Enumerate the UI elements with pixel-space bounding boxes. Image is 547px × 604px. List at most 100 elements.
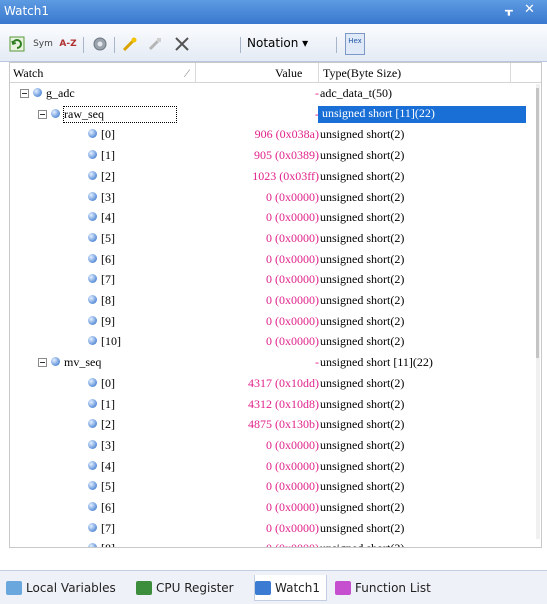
watch-value[interactable]: 4317 (0x10dd) xyxy=(248,376,319,391)
collapse-icon[interactable] xyxy=(20,89,29,98)
watch-value[interactable]: 0 (0x0000) xyxy=(266,272,319,287)
variable-icon xyxy=(88,522,97,532)
table-row[interactable]: [1] 905 (0x0389) unsigned short(2) xyxy=(10,145,541,166)
table-row[interactable]: [7] 0 (0x0000) unsigned short(2) xyxy=(10,518,541,539)
watch-value[interactable]: 0 (0x0000) xyxy=(266,479,319,494)
gear-icon xyxy=(93,37,107,51)
toolbar-separator xyxy=(336,37,337,53)
toolbar-separator xyxy=(114,37,115,53)
table-row[interactable]: [8] 0 (0x0000)unsigned short(2) xyxy=(10,538,541,547)
tab-label: CPU Register xyxy=(156,581,234,595)
variable-icon xyxy=(88,543,97,547)
window-title: Watch1 xyxy=(4,4,49,18)
column-header-watch[interactable]: Watch xyxy=(13,66,43,81)
watch-value[interactable]: 906 (0x038a) xyxy=(255,127,319,142)
column-divider[interactable] xyxy=(318,63,319,83)
watch-value[interactable]: 0 (0x0000) xyxy=(266,210,319,225)
table-row[interactable]: [3] 0 (0x0000) unsigned short(2) xyxy=(10,435,541,456)
watch-name: [7] xyxy=(101,520,115,535)
table-row[interactable]: [10] 0 (0x0000) unsigned short(2) xyxy=(10,331,541,352)
table-row[interactable]: [0] 4317 (0x10dd) unsigned short(2) xyxy=(10,373,541,394)
add-watch-button[interactable] xyxy=(120,35,140,53)
tab-function-list[interactable]: Function List xyxy=(335,577,431,599)
table-row[interactable]: mv_seq - unsigned short [11](22) xyxy=(10,352,541,373)
table-row[interactable]: g_adc - adc_data_t(50) xyxy=(10,83,541,104)
collapse-icon[interactable] xyxy=(38,358,47,368)
watch-value[interactable]: 4312 (0x10d8) xyxy=(248,397,319,412)
notation-dropdown[interactable]: Notation ▾ xyxy=(247,36,308,50)
table-row[interactable]: [2] 4875 (0x130b) unsigned short(2) xyxy=(10,414,541,435)
hex-toggle-button[interactable]: Hex xyxy=(345,33,365,55)
column-header-value[interactable]: Value xyxy=(275,66,302,81)
vertical-scrollbar[interactable] xyxy=(536,84,540,539)
column-divider[interactable] xyxy=(195,63,196,83)
vertical-scrollbar-thumb[interactable] xyxy=(536,88,539,358)
table-row[interactable]: [3] 0 (0x0000) unsigned short(2) xyxy=(10,187,541,208)
sym-label: Sym xyxy=(33,39,53,49)
watch-value[interactable]: 0 (0x0000) xyxy=(266,459,319,474)
collapse-icon[interactable] xyxy=(38,109,47,119)
watch-value[interactable]: 0 (0x0000) xyxy=(266,293,319,308)
variable-icon xyxy=(88,460,97,470)
watch-value[interactable]: 0 (0x0000) xyxy=(266,314,319,329)
watch-name: [8] xyxy=(101,541,115,547)
table-row[interactable]: [2] 1023 (0x03ff) unsigned short(2) xyxy=(10,166,541,187)
watch-name: [0] xyxy=(101,127,115,142)
watch-value[interactable]: 0 (0x0000) xyxy=(266,541,319,547)
watch-type: unsigned short(2) xyxy=(320,334,405,349)
sort-icon: A-Z xyxy=(59,39,77,49)
tab-cpu-register[interactable]: CPU Register xyxy=(136,577,234,599)
watch-name: [7] xyxy=(101,272,115,287)
watch-name: [4] xyxy=(101,210,115,225)
sort-button[interactable]: A-Z xyxy=(57,35,79,53)
table-row[interactable]: [4] 0 (0x0000) unsigned short(2) xyxy=(10,207,541,228)
column-divider[interactable] xyxy=(510,63,511,83)
variable-icon xyxy=(88,315,97,325)
refresh-button[interactable] xyxy=(8,35,26,53)
watch-value[interactable]: 0 (0x0000) xyxy=(266,252,319,267)
variable-icon xyxy=(88,129,97,139)
watch-value[interactable]: 0 (0x0000) xyxy=(266,334,319,349)
refresh-icon xyxy=(9,36,25,52)
table-row[interactable]: [7] 0 (0x0000) unsigned short(2) xyxy=(10,269,541,290)
column-header-type[interactable]: Type(Byte Size) xyxy=(323,66,401,81)
watch-value[interactable]: 905 (0x0389) xyxy=(254,148,319,163)
table-row[interactable]: [5] 0 (0x0000) unsigned short(2) xyxy=(10,476,541,497)
variable-icon xyxy=(88,170,97,180)
table-row[interactable]: [8] 0 (0x0000)unsigned short(2) xyxy=(10,290,541,311)
watch-type: unsigned short(2) xyxy=(320,168,405,183)
watch-value[interactable]: 0 (0x0000) xyxy=(266,521,319,536)
watch-icon xyxy=(255,580,271,595)
table-row[interactable]: [0] 906 (0x038a) unsigned short(2) xyxy=(10,124,541,145)
table-row[interactable]: [5] 0 (0x0000) unsigned short(2) xyxy=(10,228,541,249)
watch-type: unsigned short(2) xyxy=(320,189,405,204)
close-icon[interactable]: ✕ xyxy=(524,2,535,17)
watch-value[interactable]: 4875 (0x130b) xyxy=(248,417,319,432)
view-memory-button[interactable] xyxy=(90,35,110,53)
table-row[interactable]: [6] 0 (0x0000) unsigned short(2) xyxy=(10,497,541,518)
watch-name: [10] xyxy=(101,334,121,349)
remove-all-button[interactable] xyxy=(171,35,193,53)
table-row[interactable]: [6] 0 (0x0000) unsigned short(2) xyxy=(10,249,541,270)
watch-type: unsigned short(2) xyxy=(320,479,405,494)
watch-value[interactable]: 1023 (0x03ff) xyxy=(252,169,319,184)
watch-value[interactable]: - xyxy=(315,355,319,370)
watch-value[interactable]: 0 (0x0000) xyxy=(266,438,319,453)
delete-watch-button[interactable] xyxy=(145,35,165,53)
delete-icon xyxy=(175,37,189,51)
table-row[interactable]: [1] 4312 (0x10d8) unsigned short(2) xyxy=(10,394,541,415)
table-row[interactable]: [9] 0 (0x0000) unsigned short(2) xyxy=(10,311,541,332)
sym-button[interactable]: Sym xyxy=(32,35,54,53)
tab-watch1[interactable]: Watch1 xyxy=(254,575,327,601)
column-sort-mark: ⁄ xyxy=(186,66,189,80)
tab-label: Function List xyxy=(355,581,431,595)
watch-value[interactable]: 0 (0x0000) xyxy=(266,500,319,515)
panel-tabs: Local Variables CPU Register Watch1 Functio… xyxy=(0,570,547,604)
watch-value[interactable]: - xyxy=(315,86,319,101)
watch-value[interactable]: 0 (0x0000) xyxy=(266,190,319,205)
pin-icon[interactable]: ᚁ xyxy=(505,3,513,17)
table-row[interactable]: [4] 0 (0x0000) unsigned short(2) xyxy=(10,456,541,477)
watch-value[interactable]: 0 (0x0000) xyxy=(266,231,319,246)
table-row[interactable]: raw_seq - unsigned short [11](22) xyxy=(10,104,541,125)
tab-local-variables[interactable]: Local Variables xyxy=(6,577,116,599)
